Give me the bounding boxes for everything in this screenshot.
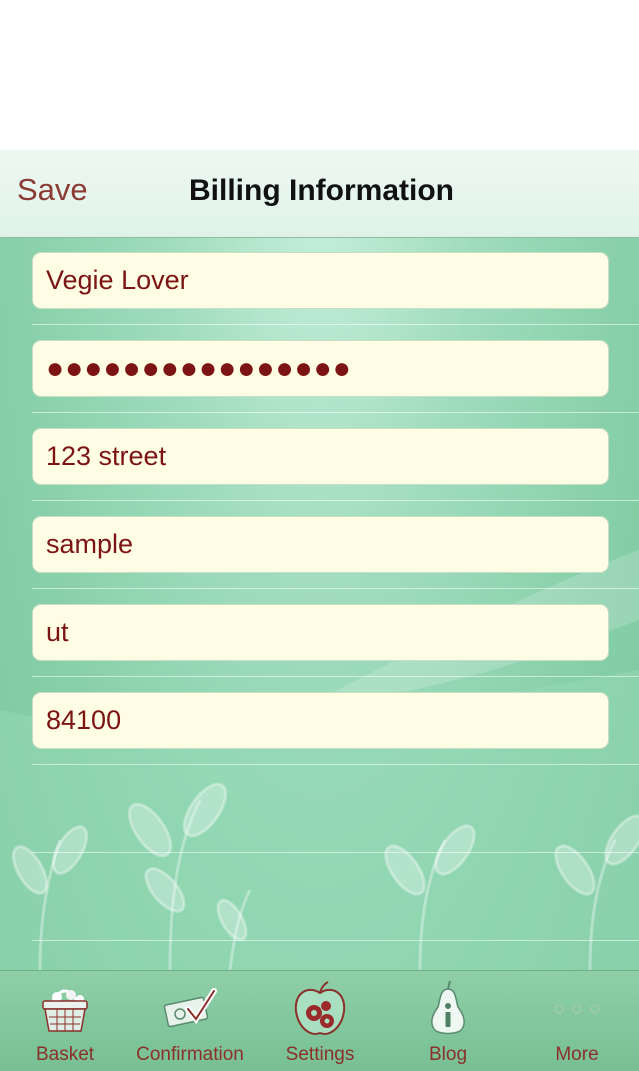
row-separator [32, 324, 639, 325]
tab-blog-label: Blog [428, 1044, 468, 1065]
apple-gears-icon [294, 981, 346, 1035]
basket-icon [42, 989, 88, 1032]
zip-field[interactable]: 84100 [32, 692, 609, 749]
row-separator [32, 764, 639, 765]
tab-basket-label: Basket [35, 1044, 95, 1065]
name-field[interactable]: Vegie Lover [32, 252, 609, 309]
password-field[interactable]: ●●●●●●●●●●●●●●●● [32, 340, 609, 397]
tab-more[interactable]: More [522, 971, 632, 1071]
row-separator [32, 500, 639, 501]
state-field[interactable]: ut [32, 604, 609, 661]
tab-more-label: More [555, 1044, 599, 1065]
row-separator [32, 588, 639, 589]
state-field-value: ut [46, 617, 69, 647]
street-field[interactable]: 123 street [32, 428, 609, 485]
street-field-value: 123 street [46, 441, 167, 471]
app-screen: Save Billing Information Vegie Lover ●●●… [0, 150, 639, 1071]
tab-confirmation[interactable]: Confirmation [125, 971, 255, 1071]
name-field-value: Vegie Lover [46, 265, 189, 295]
tab-settings-label: Settings [285, 1044, 355, 1065]
tab-settings[interactable]: Settings [265, 971, 375, 1071]
tab-bar: Basket Confirmation Settings Blog More [0, 970, 639, 1071]
page-title: Billing Information [189, 174, 454, 207]
row-separator [32, 940, 639, 941]
tab-confirmation-label: Confirmation [136, 1044, 244, 1065]
row-separator [32, 676, 639, 677]
tab-basket[interactable]: Basket [10, 971, 120, 1071]
tab-blog[interactable]: Blog [393, 971, 503, 1071]
pear-info-icon [431, 980, 465, 1035]
row-separator [32, 412, 639, 413]
more-dots-icon [554, 1004, 600, 1014]
top-blank-area [0, 0, 639, 150]
row-separator [32, 852, 639, 853]
zip-field-value: 84100 [46, 705, 122, 735]
navigation-bar: Save Billing Information [0, 150, 639, 238]
ticket-check-icon [163, 988, 217, 1028]
city-field[interactable]: sample [32, 516, 609, 573]
password-field-value: ●●●●●●●●●●●●●●●● [46, 351, 352, 385]
city-field-value: sample [46, 529, 134, 559]
